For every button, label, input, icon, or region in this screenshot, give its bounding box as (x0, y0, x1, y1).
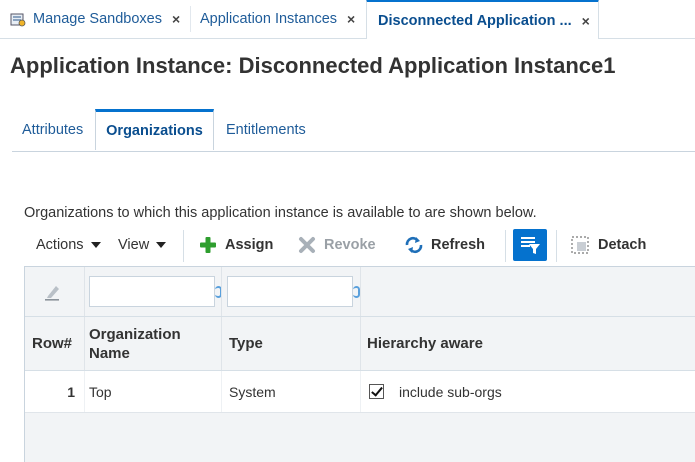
tab-label: Disconnected Application ... (378, 12, 572, 29)
toolbar-divider (183, 230, 184, 262)
revoke-label: Revoke (324, 237, 376, 253)
tab-application-instances[interactable]: Application Instances × (200, 0, 355, 38)
column-divider (221, 267, 222, 316)
column-divider (360, 317, 361, 370)
refresh-label: Refresh (431, 237, 485, 253)
include-sub-orgs-label: include sub-orgs (399, 383, 502, 400)
section-description: Organizations to which this application … (24, 205, 537, 221)
column-divider (84, 317, 85, 370)
type-filter-input[interactable] (227, 276, 353, 307)
subtab-organizations[interactable]: Organizations (95, 109, 214, 150)
caret-down-icon (156, 242, 167, 248)
column-divider (221, 317, 222, 370)
toolbar-divider (505, 230, 506, 262)
type-cell: System (229, 383, 276, 400)
subtab-attributes[interactable]: Attributes (22, 110, 83, 150)
column-header-type[interactable]: Type (229, 317, 263, 370)
sandbox-icon (10, 12, 26, 27)
table-toolbar: Actions View Assign Revoke Refresh Detac… (24, 226, 695, 264)
view-menu[interactable]: View (118, 226, 167, 264)
column-divider (84, 371, 85, 412)
column-divider (360, 371, 361, 412)
column-header-organization-name[interactable]: Organization Name (89, 317, 209, 370)
detach-icon (571, 236, 589, 254)
page-title: Application Instance: Disconnected Appli… (10, 53, 616, 78)
detach-button[interactable]: Detach (570, 226, 646, 264)
subtab-bar: Attributes Organizations Entitlements (12, 109, 695, 152)
organization-name-filter-input[interactable] (89, 276, 215, 307)
revoke-x-icon (299, 237, 315, 253)
top-tab-bar: Manage Sandboxes × Application Instances… (0, 0, 695, 39)
caret-down-icon (90, 242, 101, 248)
tab-label: Manage Sandboxes (33, 11, 162, 27)
close-icon[interactable]: × (347, 11, 355, 27)
revoke-button[interactable]: Revoke (298, 226, 376, 264)
organization-name-cell: Top (89, 383, 112, 400)
tab-divider (190, 6, 191, 32)
close-icon[interactable]: × (172, 11, 180, 27)
filter-row (25, 267, 695, 317)
assign-button[interactable]: Assign (199, 226, 273, 264)
hierarchy-aware-cell: include sub-orgs (369, 371, 502, 412)
tab-disconnected-application[interactable]: Disconnected Application ... × (366, 0, 599, 39)
tab-label: Application Instances (200, 11, 338, 27)
actions-menu[interactable]: Actions (36, 226, 101, 264)
detach-label: Detach (598, 237, 647, 253)
close-icon[interactable]: × (582, 13, 590, 29)
column-header-row-number[interactable]: Row# (32, 317, 72, 370)
row-number: 1 (67, 383, 75, 400)
plus-icon (200, 237, 216, 253)
filter-icon (521, 237, 540, 254)
actions-label: Actions (36, 237, 84, 253)
column-divider (221, 371, 222, 412)
qbe-link-icon (353, 286, 360, 298)
refresh-icon (405, 236, 423, 254)
table-row[interactable]: 1 Top System include sub-orgs (25, 371, 695, 413)
assign-label: Assign (225, 237, 274, 253)
toolbar-divider (556, 230, 557, 262)
include-sub-orgs-checkbox[interactable] (369, 384, 384, 399)
table-header-row: Row# Organization Name Type Hierarchy aw… (25, 317, 695, 371)
query-by-example-button[interactable] (513, 229, 547, 261)
subtab-entitlements[interactable]: Entitlements (226, 110, 306, 150)
refresh-button[interactable]: Refresh (404, 226, 485, 264)
column-divider (84, 267, 85, 316)
tab-manage-sandboxes[interactable]: Manage Sandboxes × (10, 0, 180, 38)
organizations-table: Row# Organization Name Type Hierarchy aw… (24, 266, 695, 462)
column-header-hierarchy-aware[interactable]: Hierarchy aware (367, 317, 483, 370)
clear-filter-icon[interactable] (43, 283, 63, 301)
view-label: View (118, 237, 150, 253)
column-divider (360, 267, 361, 316)
